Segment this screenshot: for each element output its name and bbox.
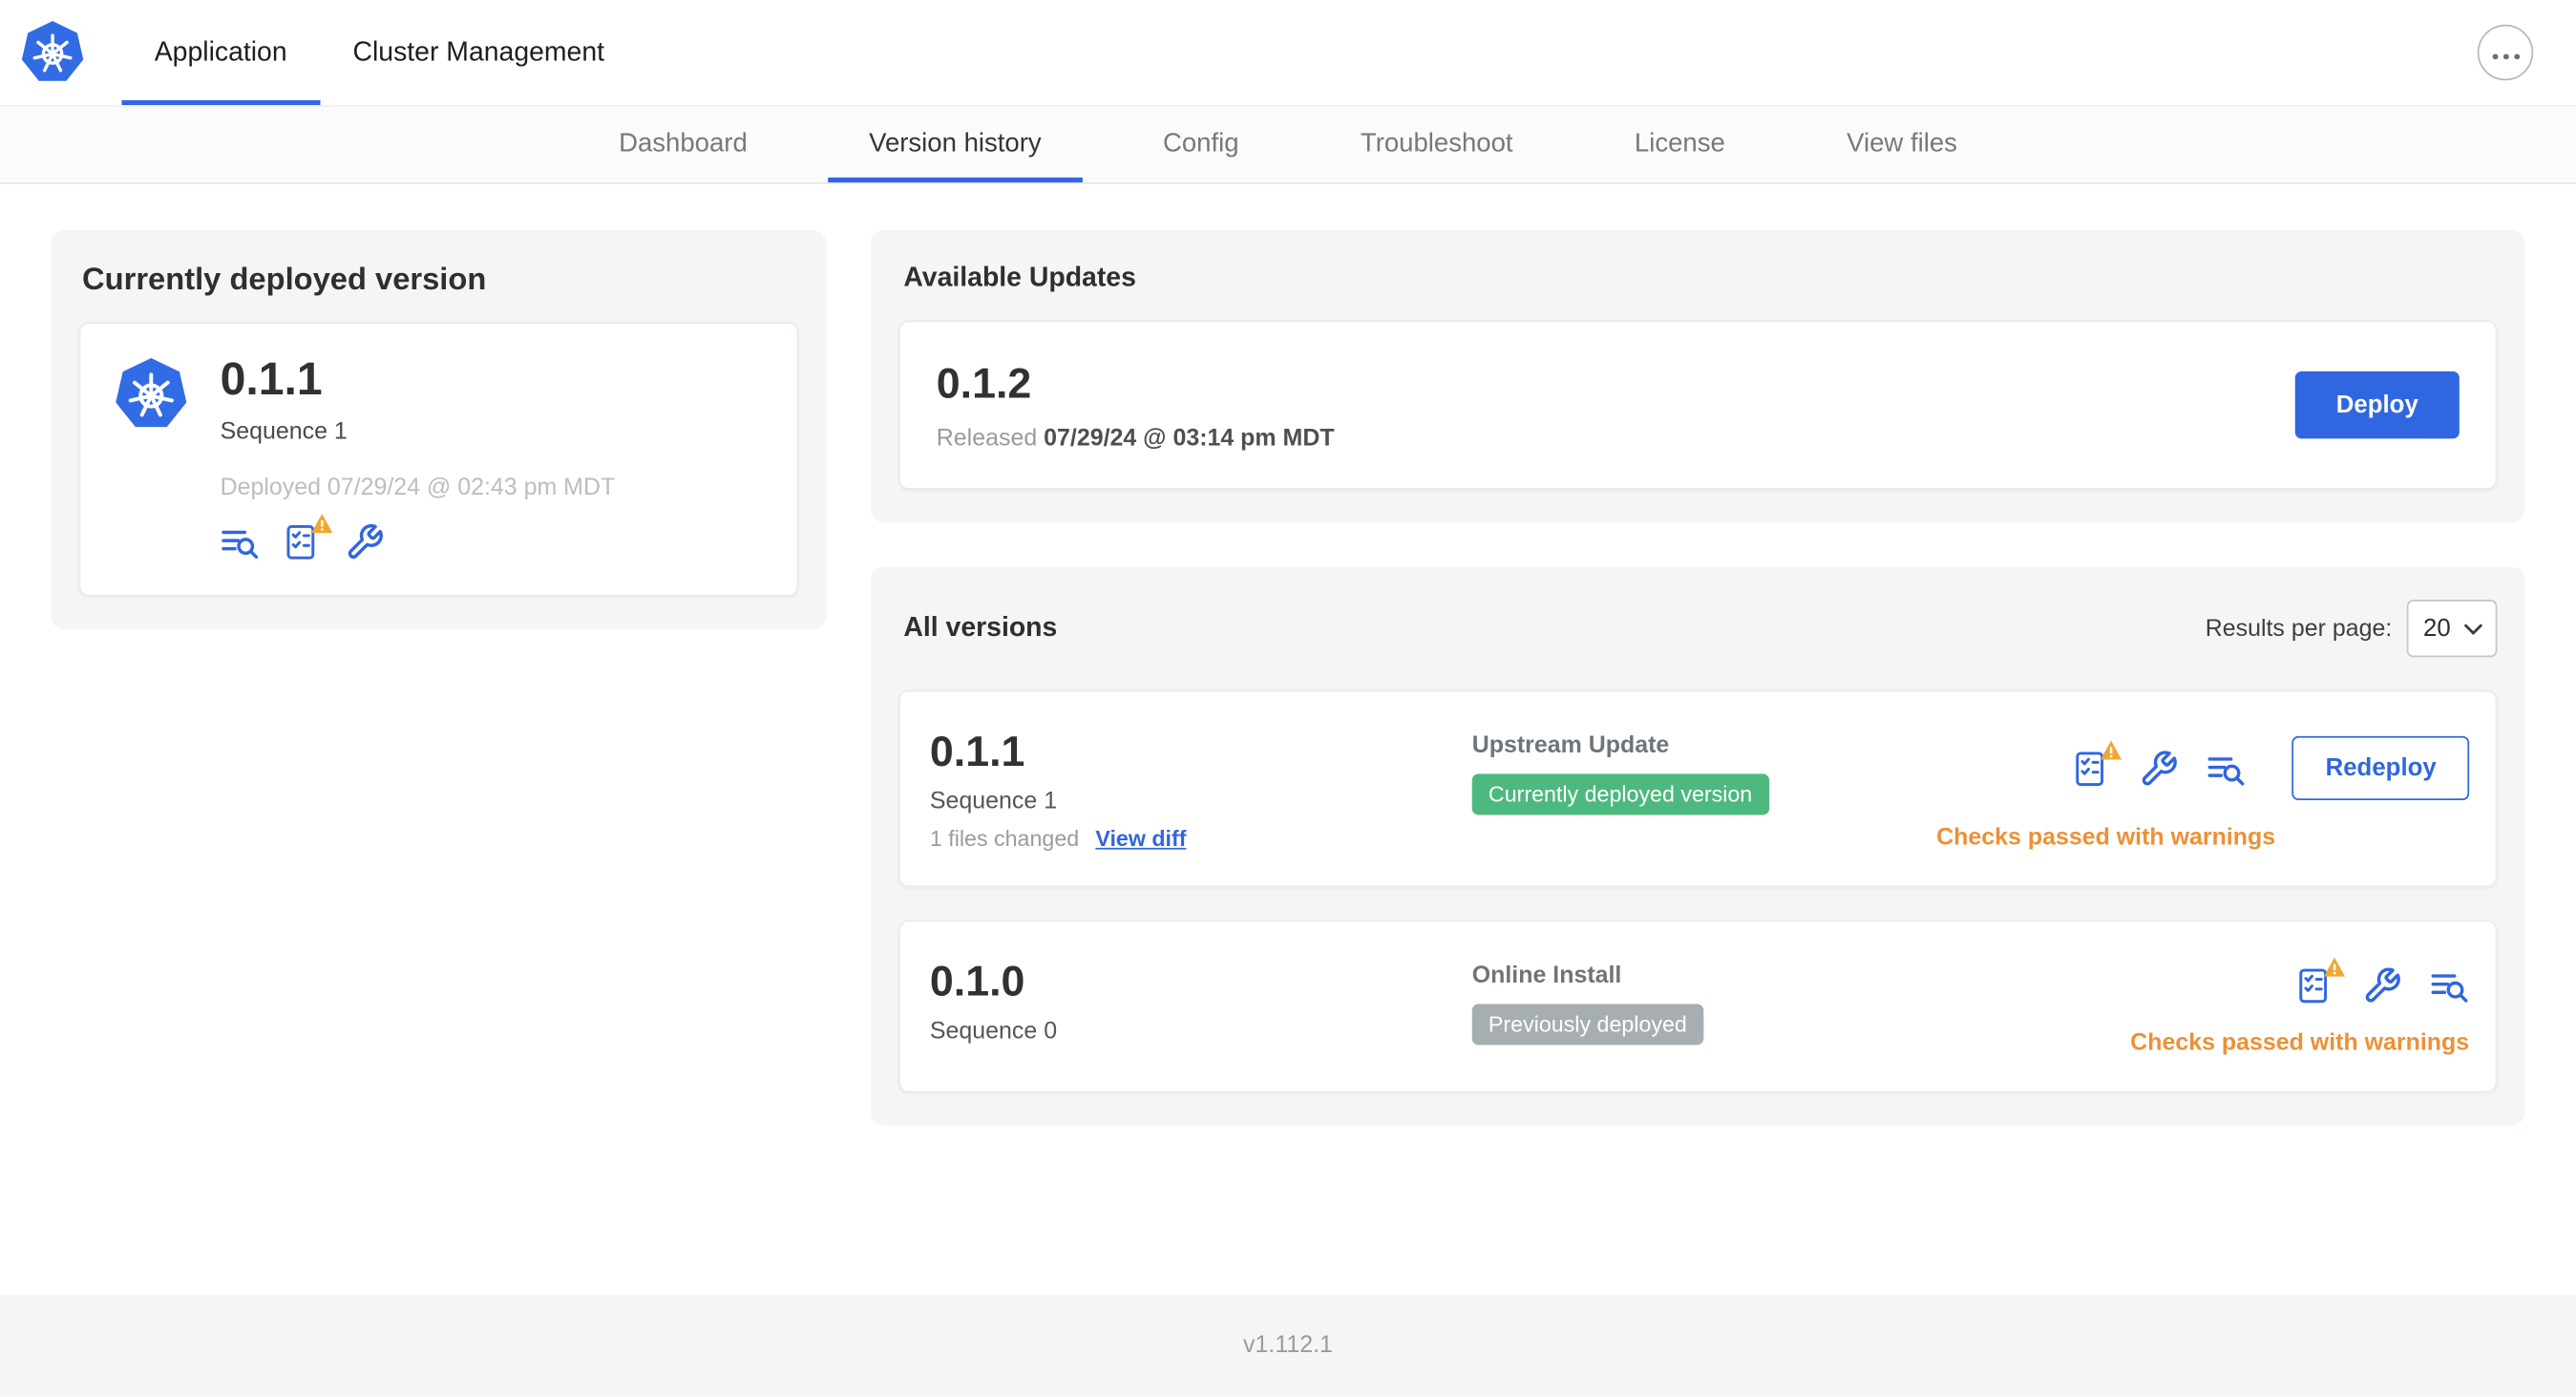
deployed-version-panel: 0.1.1 Sequence 1 Deployed 07/29/24 @ 02:… bbox=[78, 322, 799, 597]
ellipsis-icon bbox=[2491, 40, 2520, 65]
all-versions-card: All versions Results per page: 20 0.1.1 … bbox=[870, 566, 2525, 1126]
subtab-license[interactable]: License bbox=[1594, 107, 1766, 182]
deployed-version-info: 0.1.1 Sequence 1 Deployed 07/29/24 @ 02:… bbox=[220, 352, 616, 562]
warning-triangle-icon bbox=[2101, 738, 2123, 759]
chevron-down-icon bbox=[2464, 615, 2482, 643]
status-badge: Previously deployed bbox=[1471, 1004, 1704, 1046]
version-row-source: Upstream Update Currently deployed versi… bbox=[1471, 727, 1936, 815]
redeploy-button[interactable]: Redeploy bbox=[2292, 735, 2470, 800]
deployed-timestamp: Deployed 07/29/24 @ 02:43 pm MDT bbox=[220, 475, 616, 501]
deployed-icon-row bbox=[221, 513, 616, 561]
top-navbar: Application Cluster Management bbox=[0, 0, 2576, 106]
version-row-source: Online Install Previously deployed bbox=[1471, 956, 2130, 1046]
overflow-menu-button[interactable] bbox=[2477, 24, 2534, 81]
row-icon-row bbox=[2295, 957, 2469, 1005]
available-updates-card: Available Updates 0.1.2 Released 07/29/2… bbox=[870, 229, 2525, 523]
version-row: 0.1.1 Sequence 1 1 files changed View di… bbox=[898, 689, 2498, 888]
subtab-dashboard[interactable]: Dashboard bbox=[578, 107, 789, 182]
version-row: 0.1.0 Sequence 0 Online Install Previous… bbox=[898, 920, 2498, 1093]
edit-config-icon[interactable] bbox=[2362, 966, 2401, 1005]
released-prefix: Released bbox=[936, 425, 1038, 453]
deployed-sequence: Sequence 1 bbox=[220, 418, 348, 446]
update-released-line: Released 07/29/24 @ 03:14 pm MDT bbox=[937, 426, 1335, 453]
currently-deployed-title: Currently deployed version bbox=[82, 263, 487, 298]
row-sequence: Sequence 1 bbox=[929, 788, 1058, 815]
admin-console: Application Cluster Management Dashboard… bbox=[0, 0, 2576, 1397]
update-info: 0.1.2 Released 07/29/24 @ 03:14 pm MDT bbox=[937, 358, 1335, 452]
row-icon-row: Redeploy bbox=[2073, 735, 2470, 800]
deployed-version-number: 0.1.1 bbox=[220, 352, 323, 405]
subtab-config-label: Config bbox=[1162, 129, 1239, 159]
checks-status-text: Checks passed with warnings bbox=[2130, 1029, 2470, 1057]
tab-cluster-management[interactable]: Cluster Management bbox=[320, 0, 637, 105]
status-badge: Currently deployed version bbox=[1471, 773, 1769, 815]
subtab-config[interactable]: Config bbox=[1122, 107, 1280, 182]
released-date: 07/29/24 @ 03:14 pm MDT bbox=[1044, 425, 1335, 453]
subtab-view-files[interactable]: View files bbox=[1805, 107, 1998, 182]
tab-cluster-management-label: Cluster Management bbox=[352, 36, 605, 67]
edit-config-icon[interactable] bbox=[345, 522, 384, 561]
version-row-info: 0.1.0 Sequence 0 bbox=[930, 956, 1472, 1045]
available-update-row: 0.1.2 Released 07/29/24 @ 03:14 pm MDT D… bbox=[898, 320, 2498, 490]
results-per-page-value: 20 bbox=[2422, 614, 2451, 643]
preflight-checks-icon[interactable] bbox=[2295, 957, 2346, 1005]
version-row-actions: Redeploy Checks passed with warnings bbox=[1936, 727, 2470, 852]
edit-config-icon[interactable] bbox=[2140, 749, 2179, 788]
warning-triangle-icon bbox=[2323, 956, 2346, 977]
version-row-actions: Checks passed with warnings bbox=[2130, 956, 2469, 1056]
right-column: Available Updates 0.1.2 Released 07/29/2… bbox=[870, 229, 2525, 1126]
footer: v1.112.1 bbox=[0, 1294, 2576, 1397]
tab-application-label: Application bbox=[154, 36, 287, 67]
view-logs-icon[interactable] bbox=[221, 522, 260, 561]
viewport: Application Cluster Management Dashboard… bbox=[0, 0, 2576, 1397]
all-versions-title: All versions bbox=[903, 612, 1058, 643]
warning-triangle-icon bbox=[310, 513, 333, 534]
results-per-page-label: Results per page: bbox=[2205, 615, 2393, 642]
update-version-number: 0.1.2 bbox=[936, 358, 1032, 408]
currently-deployed-card: Currently deployed version 0.1.1 Sequenc… bbox=[51, 229, 827, 630]
kubernetes-logo-icon[interactable] bbox=[20, 20, 86, 86]
subtab-version-history[interactable]: Version history bbox=[828, 107, 1083, 182]
tab-application[interactable]: Application bbox=[121, 0, 320, 105]
preflight-checks-icon[interactable] bbox=[2073, 739, 2122, 788]
subtab-troubleshoot-label: Troubleshoot bbox=[1360, 129, 1513, 159]
checks-status-text: Checks passed with warnings bbox=[1936, 824, 2276, 852]
view-diff-link[interactable]: View diff bbox=[1095, 826, 1186, 851]
row-source-label: Upstream Update bbox=[1471, 732, 1670, 759]
files-changed-count: 1 files changed bbox=[929, 826, 1080, 852]
row-source-label: Online Install bbox=[1471, 963, 1622, 989]
app-subnav: Dashboard Version history Config Trouble… bbox=[0, 105, 2576, 184]
preflight-checks-icon[interactable] bbox=[283, 513, 333, 561]
kubernetes-version-icon bbox=[114, 356, 189, 432]
row-files-line: 1 files changed View diff bbox=[930, 826, 1472, 851]
main-content: Currently deployed version 0.1.1 Sequenc… bbox=[0, 184, 2576, 1126]
console-version: v1.112.1 bbox=[1243, 1332, 1333, 1359]
results-per-page-select[interactable]: 20 bbox=[2406, 600, 2498, 658]
subtab-view-files-label: View files bbox=[1847, 129, 1957, 159]
top-nav-tabs: Application Cluster Management bbox=[121, 0, 637, 105]
version-row-info: 0.1.1 Sequence 1 1 files changed View di… bbox=[930, 727, 1472, 852]
view-logs-icon[interactable] bbox=[2207, 749, 2247, 788]
subtab-license-label: License bbox=[1634, 129, 1725, 159]
results-per-page: Results per page: 20 bbox=[2205, 600, 2498, 658]
view-logs-icon[interactable] bbox=[2430, 966, 2469, 1005]
subtab-version-history-label: Version history bbox=[869, 129, 1042, 159]
all-versions-header: All versions Results per page: 20 bbox=[898, 600, 2498, 658]
row-sequence: Sequence 0 bbox=[929, 1018, 1058, 1046]
row-version-number: 0.1.0 bbox=[929, 956, 1025, 1006]
subtab-troubleshoot[interactable]: Troubleshoot bbox=[1320, 107, 1554, 182]
deploy-button[interactable]: Deploy bbox=[2294, 370, 2460, 439]
available-updates-title: Available Updates bbox=[903, 263, 1136, 293]
subtab-dashboard-label: Dashboard bbox=[619, 129, 748, 159]
row-version-number: 0.1.1 bbox=[929, 726, 1025, 776]
